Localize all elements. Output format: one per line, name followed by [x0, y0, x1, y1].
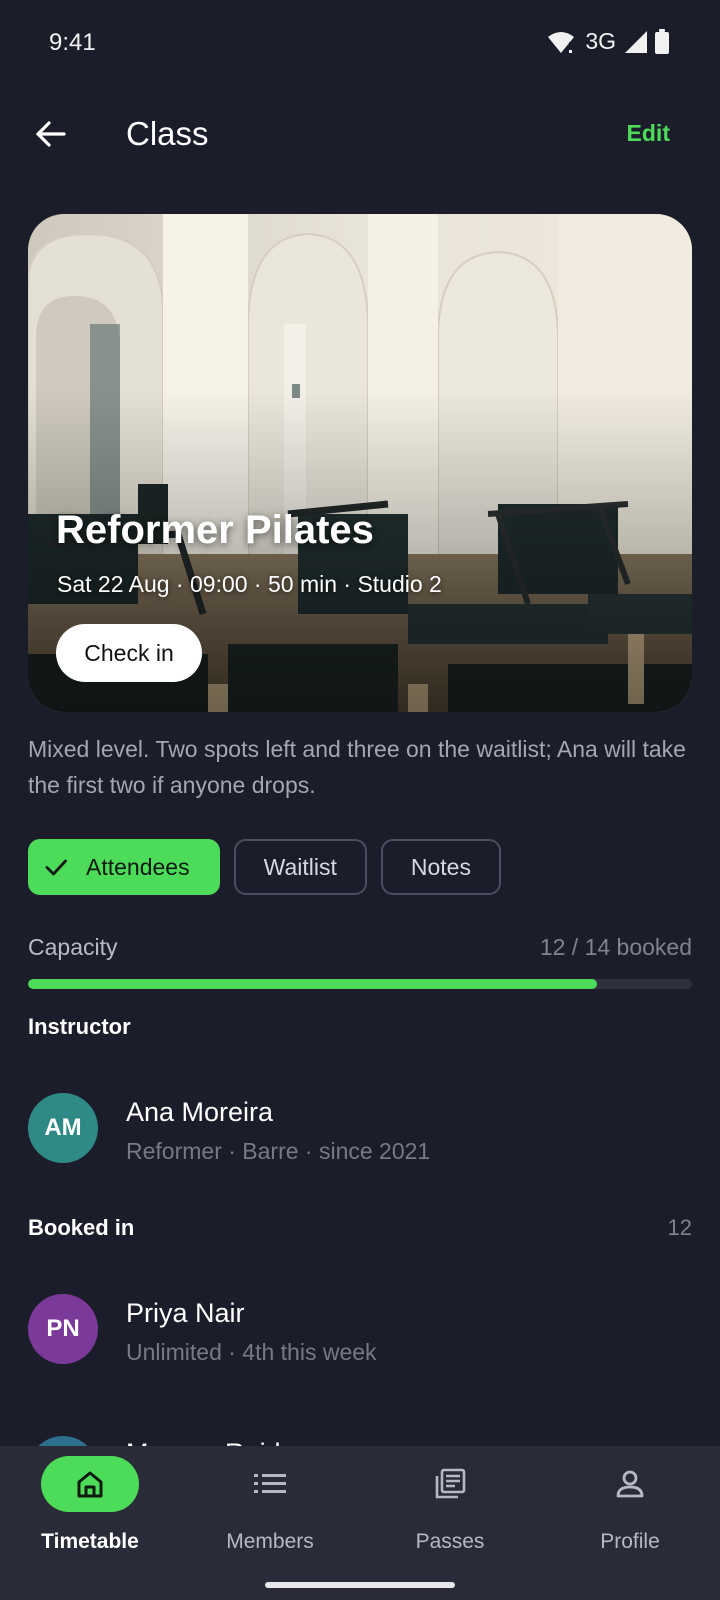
- nav-icon-container: [581, 1456, 679, 1512]
- instructor-row[interactable]: AM Ana Moreira Reformer · Barre · since …: [28, 1093, 692, 1165]
- list-item[interactable]: PN Priya Nair Unlimited · 4th this week: [28, 1294, 692, 1366]
- nav-label: Passes: [415, 1530, 485, 1553]
- tab-waitlist[interactable]: Waitlist: [233, 839, 367, 895]
- passes-icon: [435, 1468, 466, 1499]
- status-bar: 9:41 3G: [0, 0, 720, 88]
- class-description: Mixed level. Two spots left and three on…: [28, 736, 686, 798]
- wifi-icon: [548, 31, 575, 53]
- check-icon: [45, 859, 67, 876]
- page-title: Class: [126, 115, 209, 152]
- network-type: 3G: [585, 28, 616, 54]
- instructor-section-header: Instructor: [28, 1014, 131, 1039]
- status-time: 9:41: [49, 29, 96, 56]
- home-icon: [77, 1471, 103, 1498]
- instructor-name: Ana Moreira: [126, 1097, 274, 1127]
- nav-icon-container: [401, 1456, 499, 1512]
- signal-icon: [625, 30, 647, 53]
- nav-label: Members: [226, 1530, 314, 1553]
- check-in-button[interactable]: Check in: [56, 624, 202, 682]
- tab-label: Notes: [410, 853, 471, 880]
- tab-notes[interactable]: Notes: [380, 839, 501, 895]
- capacity-progress-fill: [28, 979, 598, 989]
- status-icons: 3G: [547, 28, 670, 55]
- avatar: PN: [28, 1294, 98, 1364]
- list-icon: [254, 1474, 286, 1493]
- app-bar: Class Edit: [0, 96, 720, 180]
- capacity-label: Capacity: [28, 934, 118, 960]
- class-name: Reformer Pilates: [56, 508, 374, 552]
- nav-profile[interactable]: Profile: [540, 1446, 720, 1566]
- bottom-navigation: Timetable Members Passes Profile: [0, 1446, 720, 1600]
- avatar: AM: [28, 1093, 98, 1163]
- nav-members[interactable]: Members: [180, 1446, 360, 1566]
- tab-chips: Attendees Waitlist Notes: [28, 839, 501, 895]
- battery-icon: [655, 28, 669, 54]
- back-button[interactable]: [28, 112, 72, 156]
- back-arrow-icon: [36, 121, 66, 147]
- booked-count: 12: [667, 1215, 692, 1240]
- member-subtitle: Unlimited · 4th this week: [126, 1339, 377, 1365]
- booked-section-header: Booked in: [28, 1215, 135, 1240]
- tab-label: Attendees: [86, 853, 190, 880]
- class-hero-card: Reformer Pilates Sat 22 Aug · 09:00 · 50…: [28, 214, 692, 712]
- nav-icon-container: [221, 1456, 319, 1512]
- nav-label: Timetable: [41, 1530, 139, 1553]
- edit-button[interactable]: Edit: [627, 120, 670, 147]
- capacity-progress-bar: [28, 979, 692, 989]
- nav-label: Profile: [600, 1530, 660, 1553]
- person-icon: [616, 1470, 644, 1498]
- class-meta: Sat 22 Aug · 09:00 · 50 min · Studio 2: [57, 571, 442, 597]
- nav-timetable[interactable]: Timetable: [0, 1446, 180, 1566]
- tab-label: Waitlist: [263, 853, 337, 880]
- home-indicator[interactable]: [265, 1582, 455, 1588]
- nav-active-indicator: [41, 1456, 139, 1512]
- capacity-value: 12 / 14 booked: [539, 934, 692, 960]
- instructor-subtitle: Reformer · Barre · since 2021: [126, 1138, 431, 1164]
- tab-attendees[interactable]: Attendees: [28, 839, 220, 895]
- nav-passes[interactable]: Passes: [360, 1446, 540, 1566]
- member-name: Priya Nair: [126, 1298, 245, 1328]
